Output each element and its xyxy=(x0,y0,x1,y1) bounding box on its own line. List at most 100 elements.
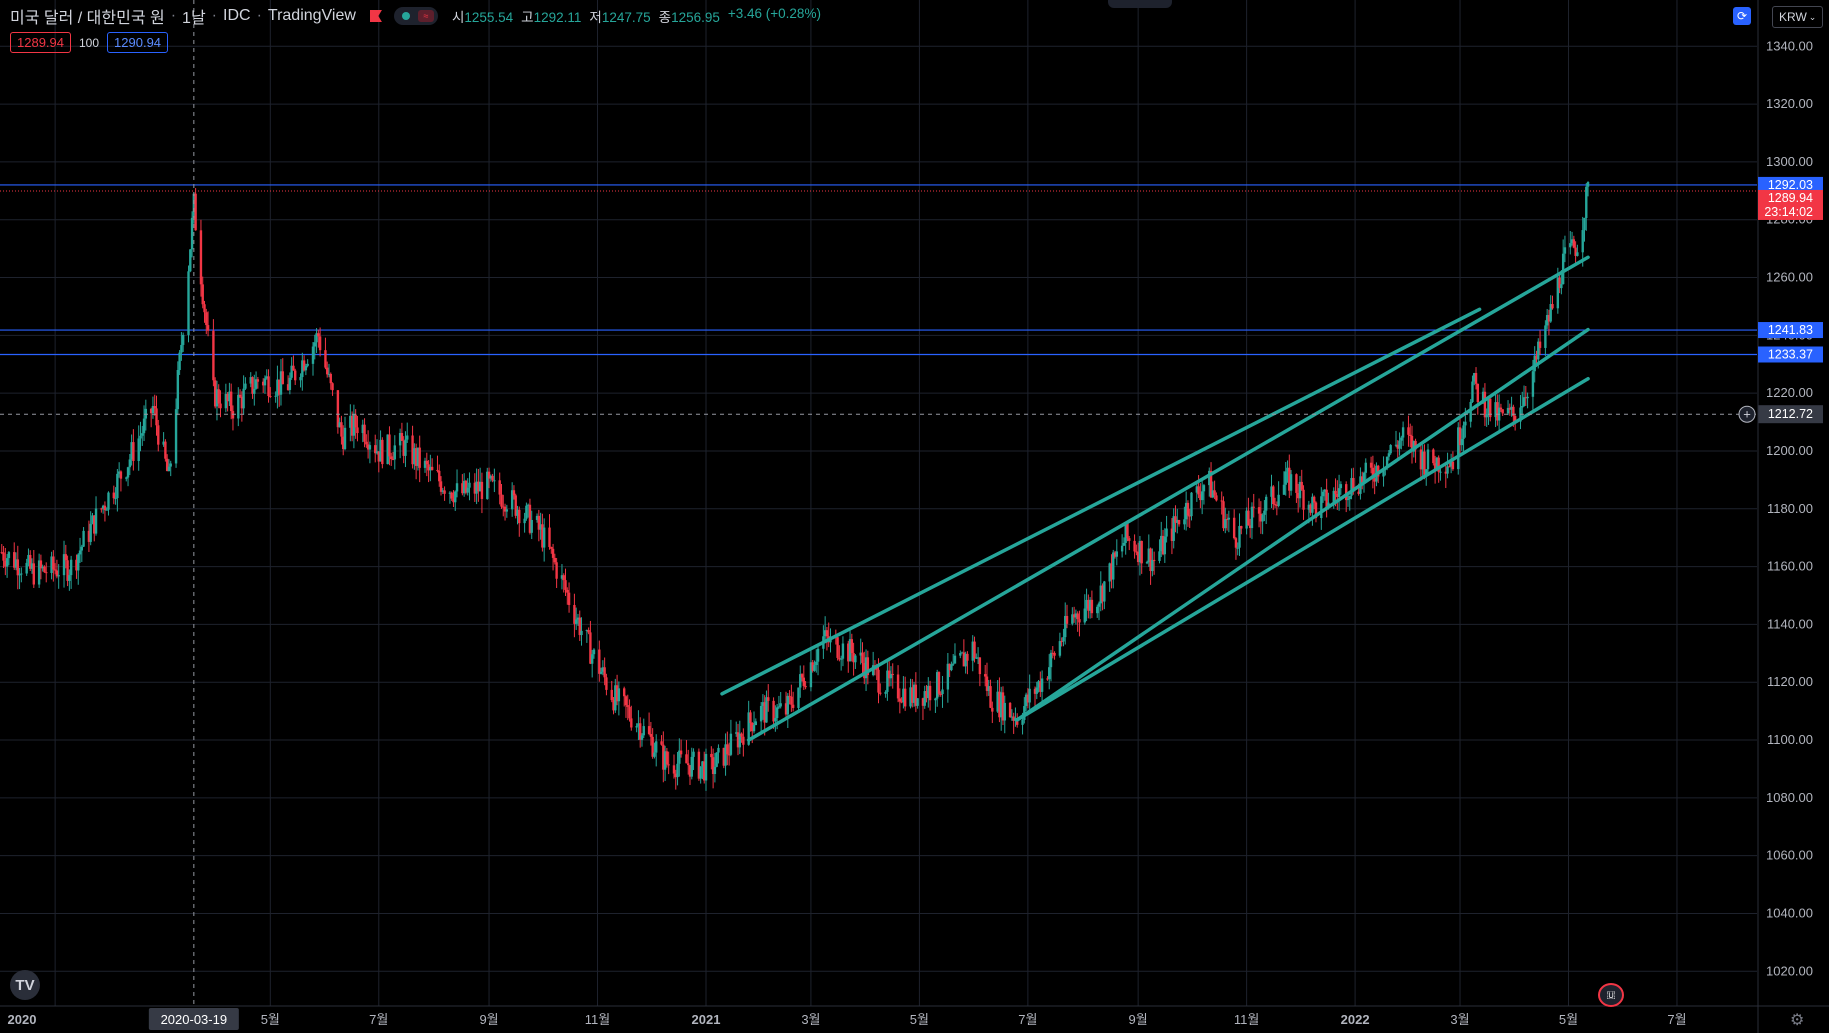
candle-body xyxy=(1538,341,1542,348)
candle-body xyxy=(1232,517,1236,539)
candle-body xyxy=(749,712,752,723)
candle-body xyxy=(189,249,192,272)
candle-body xyxy=(704,753,708,781)
candle-body xyxy=(69,559,73,576)
axes: 1340.001320.001300.001280.001260.001240.… xyxy=(0,0,1829,1033)
candle-body xyxy=(566,589,569,593)
candle-body xyxy=(523,518,526,524)
hline-price-label: 1233.37 xyxy=(1768,347,1813,361)
us-flag-icon[interactable]: 🇺 xyxy=(1598,983,1624,1007)
candle-body xyxy=(825,630,829,637)
candle-body xyxy=(164,441,167,459)
candle-body xyxy=(363,424,366,442)
candle-body xyxy=(891,673,894,675)
candle-body xyxy=(1234,538,1238,548)
candle-body xyxy=(311,346,315,364)
trend-line[interactable] xyxy=(1015,327,1590,722)
candle-body xyxy=(142,418,146,434)
candle-body xyxy=(765,697,768,723)
trend-line[interactable] xyxy=(1015,376,1590,722)
candle-body xyxy=(1103,581,1106,602)
candle-body xyxy=(237,394,240,419)
tradingview-logo-icon[interactable]: TV xyxy=(10,970,40,1000)
candle-body xyxy=(187,271,190,335)
candle-body xyxy=(767,697,770,701)
candle-body xyxy=(105,509,108,511)
top-handle[interactable] xyxy=(1108,0,1172,8)
candle-body xyxy=(679,750,683,755)
candle-body xyxy=(181,334,185,345)
candle-body xyxy=(877,669,880,693)
candle-body xyxy=(1295,474,1298,493)
provider-label: TradingView xyxy=(267,7,356,24)
candle-body xyxy=(153,406,156,409)
candle-body xyxy=(89,523,92,542)
candles xyxy=(0,181,1590,791)
candle-body xyxy=(797,687,800,708)
candle-body xyxy=(1464,421,1467,426)
candle-body xyxy=(1133,540,1136,552)
candle-body xyxy=(953,655,957,664)
candle-body xyxy=(45,572,48,574)
sync-icon[interactable]: ⟳ xyxy=(1733,7,1751,25)
sell-button[interactable]: 1289.94 xyxy=(10,32,71,53)
candle-body xyxy=(574,619,578,624)
candle-body xyxy=(742,736,745,745)
quantity-label[interactable]: 100 xyxy=(79,36,99,50)
candle-body xyxy=(710,753,713,758)
horizontal-levels xyxy=(0,184,1757,356)
candle-body xyxy=(326,367,329,375)
candle-body xyxy=(430,466,434,470)
candle-body xyxy=(1035,687,1038,694)
interval-label[interactable]: 1날 xyxy=(182,4,206,28)
candle-body xyxy=(436,469,439,471)
candle-body xyxy=(468,482,471,488)
candle-body xyxy=(1177,519,1181,525)
candle-body xyxy=(1151,559,1154,572)
candle-body xyxy=(244,383,247,389)
market-status-pill[interactable]: ≈ xyxy=(393,7,438,25)
candle-body xyxy=(57,575,60,577)
candle-body xyxy=(299,377,302,381)
candle-body xyxy=(635,726,638,728)
candle-body xyxy=(1312,496,1316,503)
candle-body xyxy=(306,363,309,366)
candle-body xyxy=(564,580,567,590)
symbol-title[interactable]: 미국 달러 / 대한민국 원 xyxy=(10,4,165,28)
candle-body xyxy=(1448,466,1451,468)
candle-body xyxy=(1483,391,1487,418)
x-tick-label: 2022 xyxy=(1341,1012,1370,1027)
y-tick-label: 1180.00 xyxy=(1767,501,1813,516)
candle-body xyxy=(1345,484,1348,501)
candle-body xyxy=(916,698,919,706)
candle-body xyxy=(879,692,882,694)
candle-body xyxy=(617,688,621,702)
candle-body xyxy=(1476,383,1480,402)
candle-body xyxy=(231,411,235,419)
currency-selector[interactable]: KRW ⌄ xyxy=(1772,6,1824,28)
x-tick-label: 2021 xyxy=(692,1012,721,1027)
candle-body xyxy=(139,435,142,439)
buy-button[interactable]: 1290.94 xyxy=(107,32,169,53)
gear-icon[interactable]: ⚙ xyxy=(1790,1010,1804,1030)
y-tick-label: 1220.00 xyxy=(1766,385,1813,400)
flag-icon[interactable] xyxy=(369,10,382,22)
candle-body xyxy=(1145,562,1149,564)
candle-body xyxy=(665,751,669,765)
candle-body xyxy=(1128,538,1131,541)
candle-body xyxy=(217,389,220,404)
candle-body xyxy=(1263,510,1266,515)
candle-body xyxy=(1583,218,1586,231)
candle-body xyxy=(1501,409,1504,414)
candle-body xyxy=(53,569,57,571)
price-chart[interactable]: 1212.72 +2020-03-19 1340.00 1320.00 1300.00… xyxy=(0,0,1829,1033)
candle-body xyxy=(466,487,469,493)
candle-body xyxy=(1499,407,1503,410)
candle-body xyxy=(861,652,864,663)
candle-body xyxy=(603,667,606,678)
trend-line[interactable] xyxy=(720,307,1482,696)
candle-body xyxy=(667,764,670,766)
candle-body xyxy=(450,492,453,499)
candle-body xyxy=(1282,484,1286,495)
candle-body xyxy=(800,674,804,678)
